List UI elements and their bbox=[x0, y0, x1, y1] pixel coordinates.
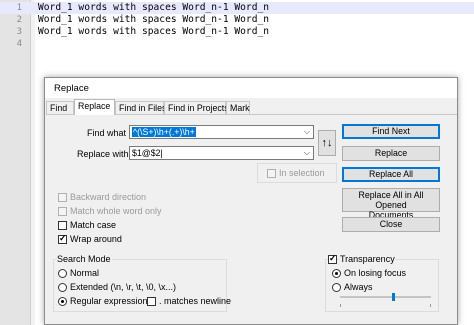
wrap-around-checkbox[interactable] bbox=[58, 233, 67, 244]
transparency-label: Transparency bbox=[339, 254, 396, 264]
line-text[interactable]: Word_1 words with spaces Word_n-1 Word_n bbox=[38, 26, 269, 38]
tab-mark[interactable]: Mark bbox=[226, 101, 250, 114]
transparency-slider-thumb[interactable] bbox=[392, 293, 395, 301]
find-what-label: Find what : bbox=[87, 128, 132, 138]
find-next-button[interactable]: Find Next bbox=[342, 124, 440, 139]
match-case-checkbox[interactable] bbox=[58, 221, 67, 230]
on-losing-focus-label: On losing focus bbox=[344, 268, 407, 278]
match-whole-word-checkbox[interactable] bbox=[58, 207, 67, 216]
editor-line[interactable]: 4 bbox=[0, 38, 474, 50]
normal-radio[interactable] bbox=[58, 269, 67, 278]
normal-label: Normal bbox=[70, 268, 100, 278]
close-button[interactable]: Close bbox=[342, 217, 440, 232]
backward-direction-label: Backward direction bbox=[70, 192, 147, 202]
in-selection-checkbox[interactable] bbox=[267, 169, 276, 178]
dialog-titlebar[interactable]: Replace bbox=[45, 78, 457, 98]
transparency-slider-track[interactable] bbox=[340, 296, 431, 298]
in-selection-label: In selection bbox=[279, 168, 325, 178]
replace-all-button[interactable]: Replace All bbox=[342, 167, 440, 182]
replace-with-combobox[interactable]: $1@$2| ⌵ bbox=[129, 146, 314, 160]
match-case-label: Match case bbox=[70, 220, 117, 230]
always-label: Always bbox=[344, 282, 373, 292]
extended-label: Extended (\n, \r, \t, \0, \x...) bbox=[70, 282, 177, 292]
tab-replace[interactable]: Replace bbox=[74, 99, 115, 115]
replace-with-input[interactable]: $1@$2| bbox=[132, 148, 163, 158]
replace-all-opened-button[interactable]: Replace All in All Opened Documents bbox=[342, 188, 440, 220]
on-losing-focus-radio[interactable] bbox=[332, 269, 341, 278]
tab-find[interactable]: Find bbox=[46, 101, 74, 114]
match-whole-word-label: Match whole word only bbox=[70, 206, 162, 216]
slider-ticks bbox=[340, 304, 431, 307]
swap-arrows-icon: ↑↓ bbox=[321, 137, 333, 149]
line-number: 2 bbox=[16, 15, 22, 25]
line-text[interactable]: Word_1 words with spaces Word_n-1 Word_n bbox=[38, 14, 269, 26]
wrap-around-label: Wrap around bbox=[70, 234, 122, 244]
dialog-title: Replace bbox=[54, 83, 89, 94]
backward-direction-checkbox[interactable] bbox=[58, 193, 67, 202]
extended-radio[interactable] bbox=[58, 283, 67, 292]
editor-line[interactable]: 2 Word_1 words with spaces Word_n-1 Word… bbox=[0, 14, 474, 26]
line-number: 1 bbox=[16, 3, 22, 13]
search-mode-label: Search Mode bbox=[56, 254, 112, 264]
replace-dialog: Replace Find Replace Find in Files Find … bbox=[44, 77, 458, 325]
chevron-down-icon[interactable]: ⌵ bbox=[304, 148, 310, 158]
line-number: 3 bbox=[16, 27, 22, 37]
swap-find-replace-button[interactable]: ↑↓ bbox=[318, 130, 336, 156]
regular-expression-radio[interactable] bbox=[58, 297, 67, 306]
tab-find-in-files[interactable]: Find in Files bbox=[115, 101, 166, 114]
dot-matches-newline-checkbox[interactable] bbox=[147, 297, 156, 306]
find-what-input[interactable]: ^(\S+)\h+(.+)\h+ bbox=[132, 127, 196, 137]
always-radio[interactable] bbox=[332, 283, 341, 292]
chevron-down-icon[interactable]: ⌵ bbox=[304, 127, 310, 137]
dot-matches-newline-label: . matches newline bbox=[159, 296, 232, 306]
editor-line[interactable]: 1 Word_1 words with spaces Word_n-1 Word… bbox=[0, 2, 474, 14]
tab-find-in-projects[interactable]: Find in Projects bbox=[164, 101, 229, 114]
transparency-checkbox[interactable] bbox=[328, 253, 337, 264]
line-text[interactable]: Word_1 words with spaces Word_n-1 Word_n bbox=[38, 2, 269, 14]
replace-with-label: Replace with : bbox=[77, 149, 134, 159]
editor-line[interactable]: 3 Word_1 words with spaces Word_n-1 Word… bbox=[0, 26, 474, 38]
line-number: 4 bbox=[16, 39, 22, 49]
regular-expression-label: Regular expression bbox=[70, 296, 148, 306]
replace-all-opened-line1: Replace All in All Opened bbox=[358, 190, 424, 210]
find-what-combobox[interactable]: ^(\S+)\h+(.+)\h+ ⌵ bbox=[129, 125, 314, 139]
replace-button[interactable]: Replace bbox=[342, 146, 440, 161]
